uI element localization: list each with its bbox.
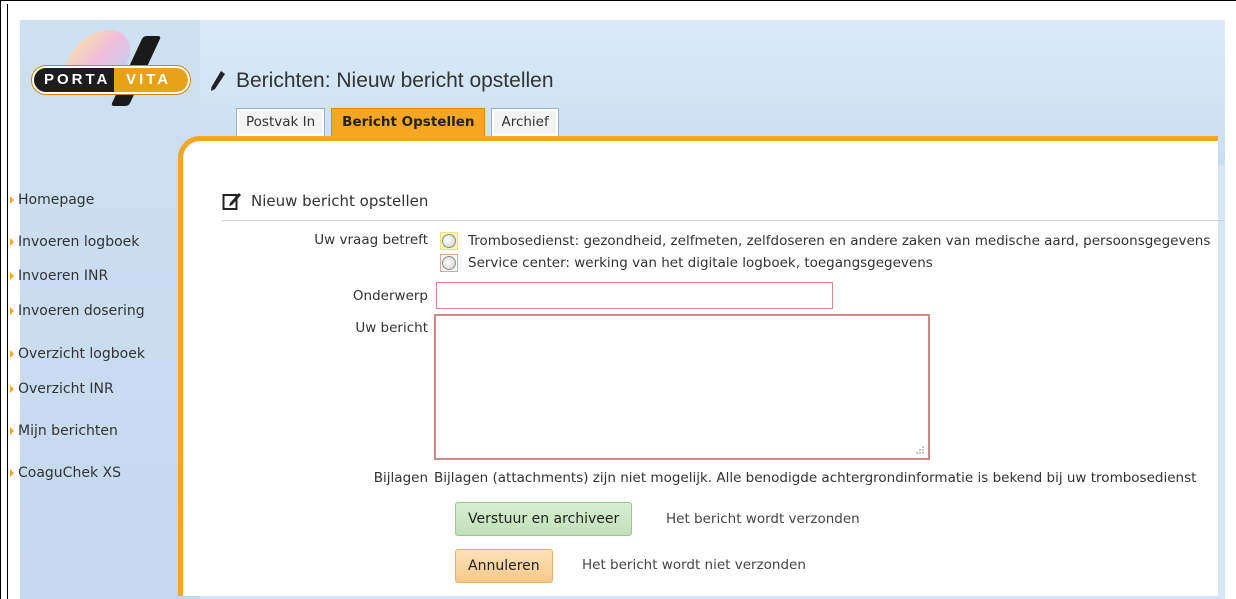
portavita-logo[interactable]: PORTA VITA (32, 30, 192, 106)
radio-circle (442, 256, 456, 270)
logo-pill: PORTA VITA (32, 66, 190, 94)
message-textarea[interactable] (434, 314, 930, 460)
attachments-text: Bijlagen (attachments) zijn niet mogelij… (434, 470, 1197, 486)
radio-circle (442, 234, 456, 248)
sidebar-item-label: CoaguChek XS (18, 465, 121, 481)
bullet-icon (10, 196, 14, 204)
radio-trombosedienst[interactable] (440, 232, 458, 250)
logo-text-left: PORTA (34, 68, 114, 92)
topic-label: Uw vraag betreft (314, 232, 428, 248)
bullet-icon (10, 427, 14, 435)
section-title: Nieuw bericht opstellen (251, 192, 429, 210)
sidebar-item-coaguchek-xs[interactable]: CoaguChek XS (10, 465, 121, 481)
message-label: Uw bericht (355, 320, 428, 336)
bullet-icon (10, 272, 14, 280)
section-header: Nieuw bericht opstellen (222, 191, 428, 211)
sidebar-item-label: Homepage (18, 192, 95, 208)
send-hint: Het bericht wordt verzonden (666, 511, 860, 527)
sidebar-item-invoeren-dosering[interactable]: Invoeren dosering (10, 303, 145, 319)
sidebar-item-invoeren-inr[interactable]: Invoeren INR (10, 268, 108, 284)
pen-icon (211, 71, 225, 91)
cancel-hint: Het bericht wordt niet verzonden (582, 557, 806, 573)
send-archive-button[interactable]: Verstuur en archiveer (455, 502, 633, 536)
tab-bericht-opstellen[interactable]: Bericht Opstellen (331, 108, 486, 136)
sidebar-item-label: Invoeren logboek (18, 234, 140, 250)
page-title: Berichten: Nieuw bericht opstellen (236, 69, 554, 92)
tab-postvak-in[interactable]: Postvak In (236, 108, 326, 136)
tab-bar: Postvak In Bericht Opstellen Archief (236, 108, 559, 136)
topic-option-label: Trombosedienst: gezondheid, zelfmeten, z… (468, 233, 1211, 249)
tab-archief[interactable]: Archief (491, 108, 559, 136)
sidebar-item-mijn-berichten[interactable]: Mijn berichten (10, 423, 118, 439)
bullet-icon (10, 385, 14, 393)
resize-grip-icon[interactable] (915, 445, 925, 455)
logo-text-right: VITA (126, 71, 172, 88)
topic-option-label: Service center: werking van het digitale… (468, 255, 933, 271)
subject-input[interactable] (436, 282, 833, 309)
sidebar-item-label: Invoeren INR (18, 268, 109, 284)
subject-label: Onderwerp (352, 288, 428, 304)
edit-icon (222, 193, 241, 210)
bullet-icon (10, 469, 14, 477)
sidebar-item-label: Overzicht logboek (18, 346, 145, 362)
topic-option-service-center[interactable]: Service center: werking van het digitale… (440, 254, 933, 272)
sidebar-item-homepage[interactable]: Homepage (10, 192, 94, 208)
sidebar-item-label: Invoeren dosering (18, 303, 145, 319)
divider (222, 220, 1225, 221)
bullet-icon (10, 307, 14, 315)
attachments-label: Bijlagen (373, 470, 428, 486)
sidebar-item-overzicht-logboek[interactable]: Overzicht logboek (10, 346, 145, 362)
sidebar-item-invoeren-logboek[interactable]: Invoeren logboek (10, 234, 139, 250)
sidebar-item-label: Mijn berichten (18, 423, 118, 439)
cancel-button[interactable]: Annuleren (455, 549, 553, 583)
bullet-icon (10, 350, 14, 358)
sidebar-item-label: Overzicht INR (18, 381, 114, 397)
bullet-icon (10, 238, 14, 246)
page-header: Berichten: Nieuw bericht opstellen (208, 66, 554, 96)
radio-service-center[interactable] (440, 254, 458, 272)
sidebar-item-overzicht-inr[interactable]: Overzicht INR (10, 381, 114, 397)
window-border (7, 4, 8, 599)
topic-option-trombosedienst[interactable]: Trombosedienst: gezondheid, zelfmeten, z… (440, 232, 1210, 250)
